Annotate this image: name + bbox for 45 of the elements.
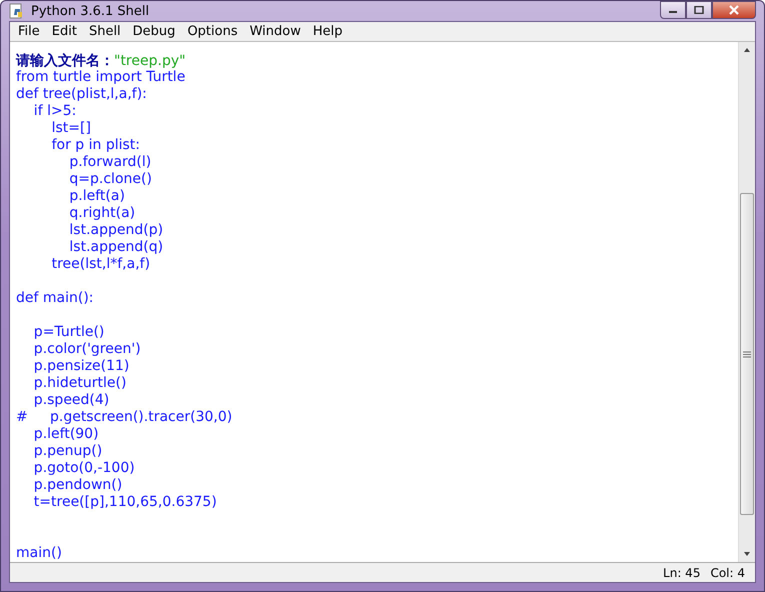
code-line: def tree(plist,l,a,f):	[16, 86, 147, 103]
code-line: p.pensize(11)	[32, 358, 130, 375]
maximize-button[interactable]	[686, 1, 712, 19]
code-line: p.speed(4)	[32, 392, 110, 409]
menu-item[interactable]: File	[12, 24, 46, 39]
menu-item[interactable]: Shell	[82, 24, 127, 39]
python-icon	[9, 3, 25, 19]
code-line: lst.append(p)	[68, 222, 164, 239]
scroll-thumb[interactable]	[740, 193, 754, 515]
code-line: t=tree([p],110,65,0.6375)	[32, 494, 217, 511]
code-line: q=p.clone()	[68, 171, 152, 188]
menu-item[interactable]: Window	[244, 24, 307, 39]
window-title: Python 3.6.1 Shell	[31, 4, 150, 18]
code-line: p.hideturtle()	[32, 375, 126, 392]
code-line: p.pendown()	[32, 477, 122, 494]
menu-item[interactable]: Debug	[126, 24, 182, 39]
maximize-icon	[694, 6, 704, 14]
code-line: p=Turtle()	[32, 324, 104, 341]
code-line: p.goto(0,-100)	[32, 460, 135, 477]
code-line: p.penup()	[32, 443, 102, 460]
code-line: main()	[16, 545, 62, 562]
code-line: p.color('green')	[32, 341, 141, 358]
code-line: def main():	[16, 290, 94, 307]
input-value: "treep.py"	[114, 52, 186, 68]
code-line: lst.append(q)	[68, 239, 164, 256]
menu-item[interactable]: Help	[306, 24, 349, 39]
menu-item[interactable]: Options	[181, 24, 244, 39]
code-line: # p.getscreen().tracer(30,0)	[16, 409, 232, 426]
code-line: p.forward(l)	[68, 154, 152, 171]
line-number: Ln: 45	[663, 566, 700, 580]
code-line: from turtle import Turtle	[16, 69, 186, 86]
minimize-button[interactable]	[660, 1, 686, 19]
prompt-label: 请输入文件名：	[16, 52, 114, 70]
code-line: if l>5:	[32, 103, 76, 120]
menu-item[interactable]: Edit	[46, 24, 83, 39]
code-line: lst=[]	[50, 120, 91, 137]
close-icon	[728, 5, 740, 15]
code-line: p.left(a)	[68, 188, 125, 205]
column-number: Col: 4	[710, 566, 745, 580]
code-line: q.right(a)	[68, 205, 136, 222]
close-button[interactable]	[712, 1, 756, 19]
scrollbar[interactable]	[738, 42, 755, 562]
code-line: p.left(90)	[32, 426, 99, 443]
code-line: tree(lst,l*f,a,f)	[50, 256, 150, 273]
code-line: for p in plist:	[50, 137, 140, 154]
